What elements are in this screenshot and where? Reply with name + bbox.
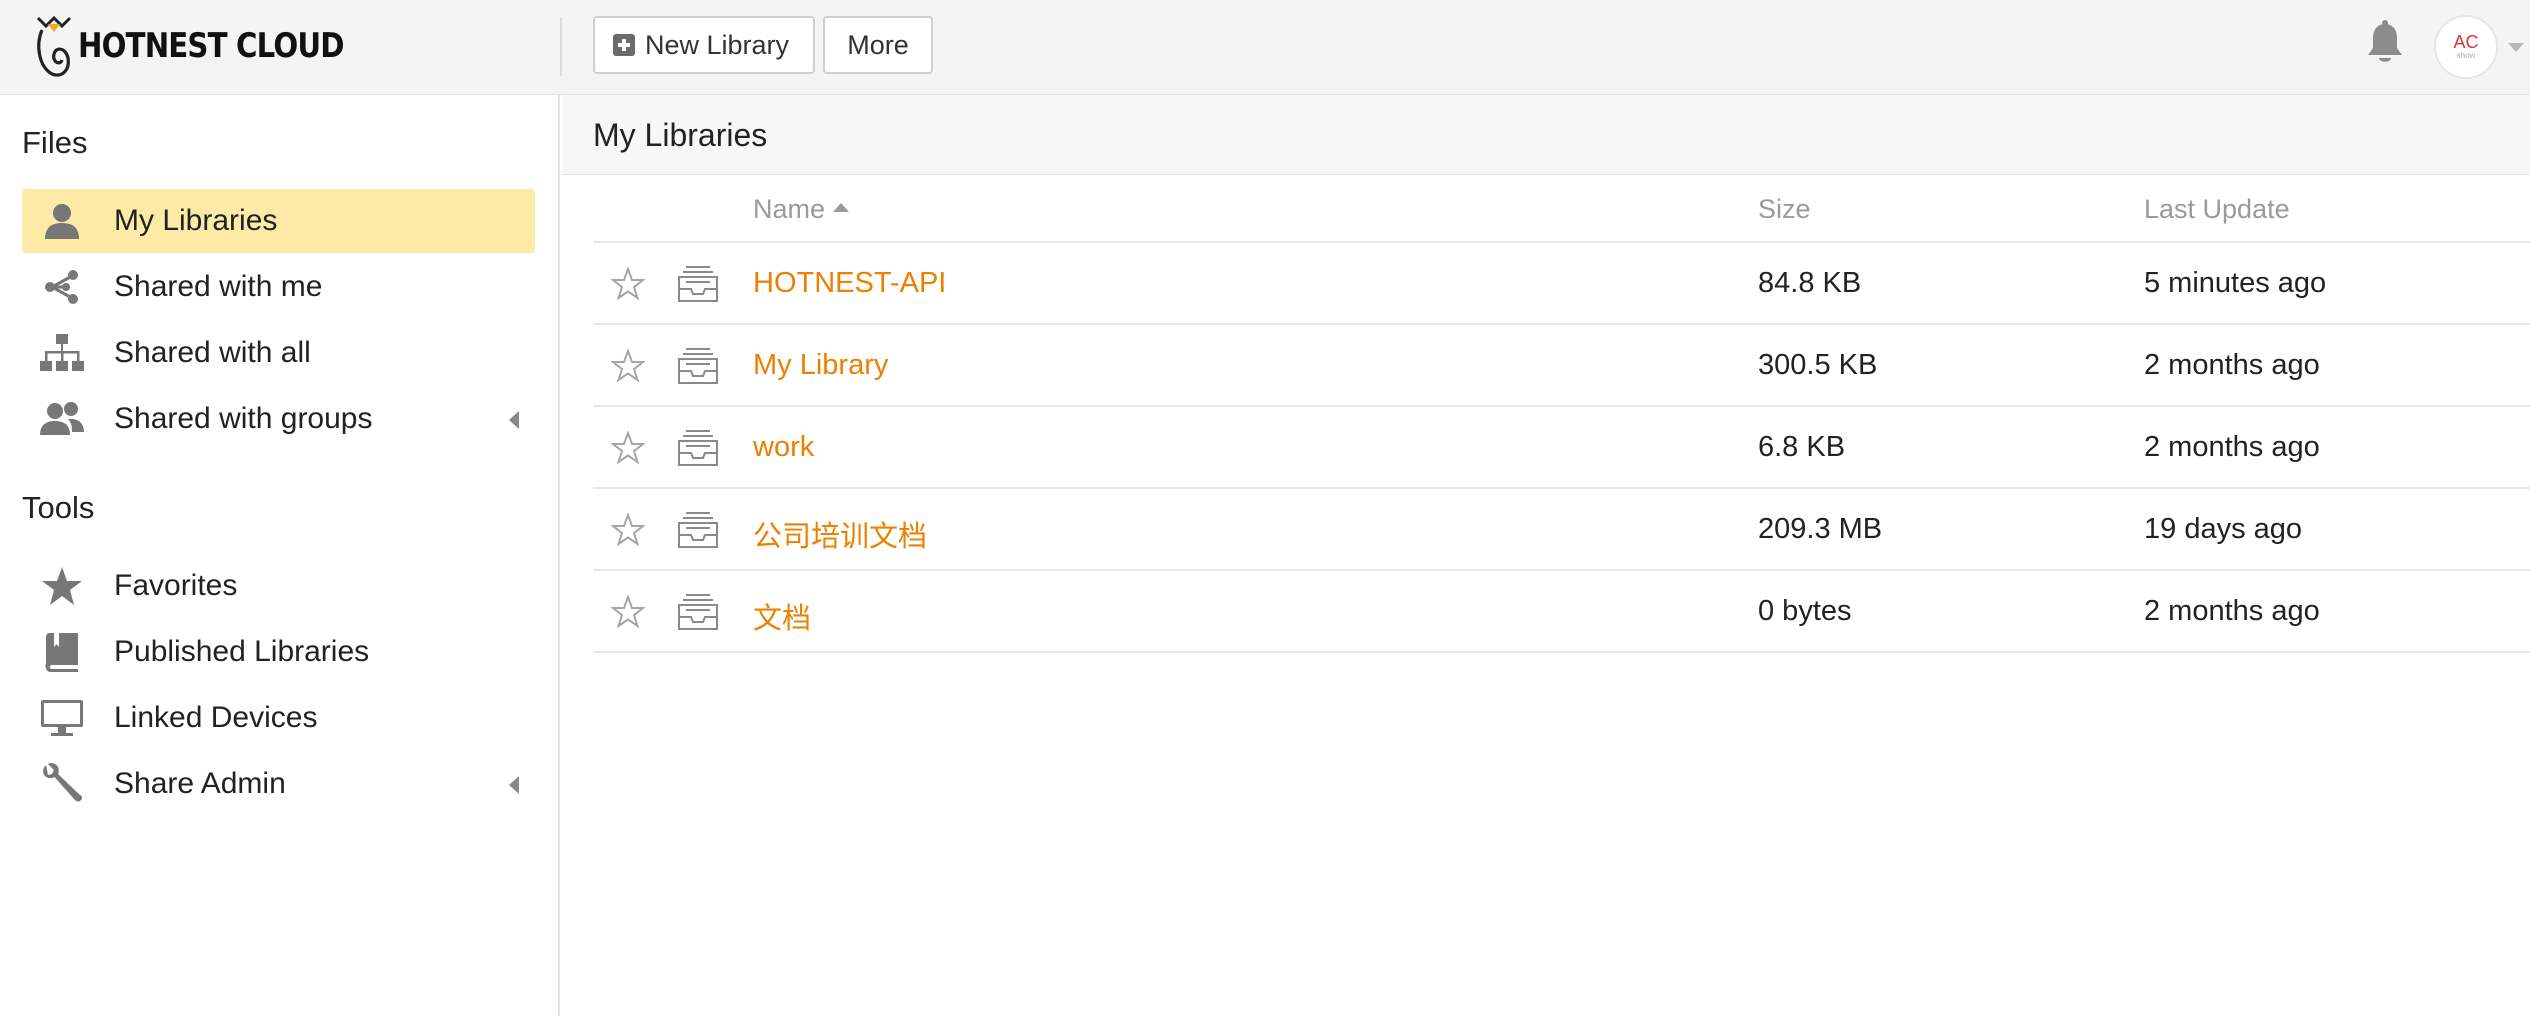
sort-ascending-icon bbox=[833, 203, 850, 213]
new-library-label: New Library bbox=[645, 29, 790, 60]
sidebar-item-label: Published Libraries bbox=[114, 635, 370, 668]
column-header-last-update: Last Update bbox=[2144, 194, 2290, 224]
sidebar-item-published-libraries[interactable]: Published Libraries bbox=[22, 620, 535, 684]
tools-heading: Tools bbox=[22, 490, 95, 525]
column-header-name-label: Name bbox=[753, 194, 826, 224]
share-icon bbox=[38, 263, 86, 311]
star-outline-icon[interactable] bbox=[611, 513, 645, 547]
table-header: Name Size Last Update bbox=[593, 175, 2530, 243]
sidebar-item-label: Shared with me bbox=[114, 270, 323, 303]
sidebar-item-label: My Libraries bbox=[114, 204, 278, 237]
bell-icon[interactable] bbox=[2365, 20, 2405, 66]
sidebar-item-label: Shared with groups bbox=[114, 402, 373, 435]
sidebar-item-share-admin[interactable]: Share Admin bbox=[22, 752, 535, 816]
library-last-update: 5 minutes ago bbox=[2144, 267, 2327, 299]
library-icon bbox=[678, 594, 718, 630]
sidebar-item-label: Shared with all bbox=[114, 336, 311, 369]
plus-icon bbox=[613, 34, 635, 56]
table-row[interactable]: 文档 0 bytes 2 months ago bbox=[593, 571, 2530, 653]
library-last-update: 2 months ago bbox=[2144, 595, 2320, 627]
sidebar-item-label: Favorites bbox=[114, 569, 238, 602]
library-size: 0 bytes bbox=[1758, 595, 1852, 627]
star-outline-icon[interactable] bbox=[611, 349, 645, 383]
sidebar-item-shared-with-groups[interactable]: Shared with groups bbox=[22, 387, 535, 451]
library-name-link[interactable]: 文档 bbox=[753, 595, 811, 637]
book-icon bbox=[38, 628, 86, 676]
library-last-update: 19 days ago bbox=[2144, 513, 2303, 545]
user-icon bbox=[38, 197, 86, 245]
library-name-link[interactable]: My Library bbox=[753, 349, 888, 382]
library-name-link[interactable]: work bbox=[753, 431, 814, 464]
sidebar-item-my-libraries[interactable]: My Libraries bbox=[22, 189, 535, 253]
sidebar-item-favorites[interactable]: Favorites bbox=[22, 554, 535, 618]
wrench-icon bbox=[38, 760, 86, 808]
column-header-name[interactable]: Name bbox=[753, 194, 850, 225]
expand-arrow-icon[interactable] bbox=[509, 776, 519, 794]
table-row[interactable]: My Library 300.5 KB 2 months ago bbox=[593, 325, 2530, 407]
sidebar-item-shared-with-me[interactable]: Shared with me bbox=[22, 255, 535, 319]
header-divider bbox=[560, 18, 562, 76]
avatar-subtext: show bbox=[2456, 51, 2476, 60]
library-last-update: 2 months ago bbox=[2144, 349, 2320, 381]
main-content: My Libraries Name Size Last Update HOTNE… bbox=[562, 95, 2530, 1016]
page-title: My Libraries bbox=[593, 117, 768, 153]
libraries-table: Name Size Last Update HOTNEST-API 84.8 K… bbox=[593, 175, 2530, 653]
library-name-link[interactable]: 公司培训文档 bbox=[753, 513, 927, 555]
library-last-update: 2 months ago bbox=[2144, 431, 2320, 463]
library-icon bbox=[678, 348, 718, 384]
brand-name: HOTNEST CLOUD bbox=[78, 26, 345, 66]
column-header-size: Size bbox=[1758, 194, 1811, 224]
brand-logo[interactable]: HOTNEST CLOUD bbox=[34, 14, 387, 78]
library-size: 300.5 KB bbox=[1758, 349, 1878, 381]
expand-arrow-icon[interactable] bbox=[509, 411, 519, 429]
star-icon bbox=[38, 562, 86, 610]
files-heading: Files bbox=[22, 125, 88, 160]
sidebar-item-label: Linked Devices bbox=[114, 701, 318, 734]
library-size: 84.8 KB bbox=[1758, 267, 1862, 299]
table-row[interactable]: 公司培训文档 209.3 MB 19 days ago bbox=[593, 489, 2530, 571]
monitor-icon bbox=[38, 694, 86, 742]
star-outline-icon[interactable] bbox=[611, 431, 645, 465]
library-size: 209.3 MB bbox=[1758, 513, 1883, 545]
library-name-link[interactable]: HOTNEST-API bbox=[753, 267, 946, 300]
table-row[interactable]: HOTNEST-API 84.8 KB 5 minutes ago bbox=[593, 243, 2530, 325]
library-icon bbox=[678, 266, 718, 302]
chevron-down-icon[interactable] bbox=[2508, 43, 2524, 52]
library-icon bbox=[678, 512, 718, 548]
user-avatar[interactable]: AC show bbox=[2434, 15, 2498, 79]
sidebar-item-shared-with-all[interactable]: Shared with all bbox=[22, 321, 535, 385]
library-icon bbox=[678, 430, 718, 466]
star-outline-icon[interactable] bbox=[611, 595, 645, 629]
page-title-bar: My Libraries bbox=[562, 95, 2530, 175]
star-outline-icon[interactable] bbox=[611, 267, 645, 301]
org-chart-icon bbox=[38, 329, 86, 377]
sidebar-item-label: Share Admin bbox=[114, 767, 286, 800]
more-button[interactable]: More bbox=[823, 16, 933, 74]
owl-logo-icon bbox=[36, 15, 72, 77]
table-body: HOTNEST-API 84.8 KB 5 minutes ago My Lib… bbox=[593, 243, 2530, 653]
sidebar: Files My Libraries Shared with me Shared… bbox=[0, 95, 560, 1016]
group-icon bbox=[38, 395, 86, 443]
table-row[interactable]: work 6.8 KB 2 months ago bbox=[593, 407, 2530, 489]
avatar-initials: AC bbox=[2453, 32, 2479, 52]
top-header: HOTNEST CLOUD New Library More AC show bbox=[0, 0, 2530, 95]
sidebar-item-linked-devices[interactable]: Linked Devices bbox=[22, 686, 535, 750]
new-library-button[interactable]: New Library bbox=[593, 16, 815, 74]
library-size: 6.8 KB bbox=[1758, 431, 1846, 463]
